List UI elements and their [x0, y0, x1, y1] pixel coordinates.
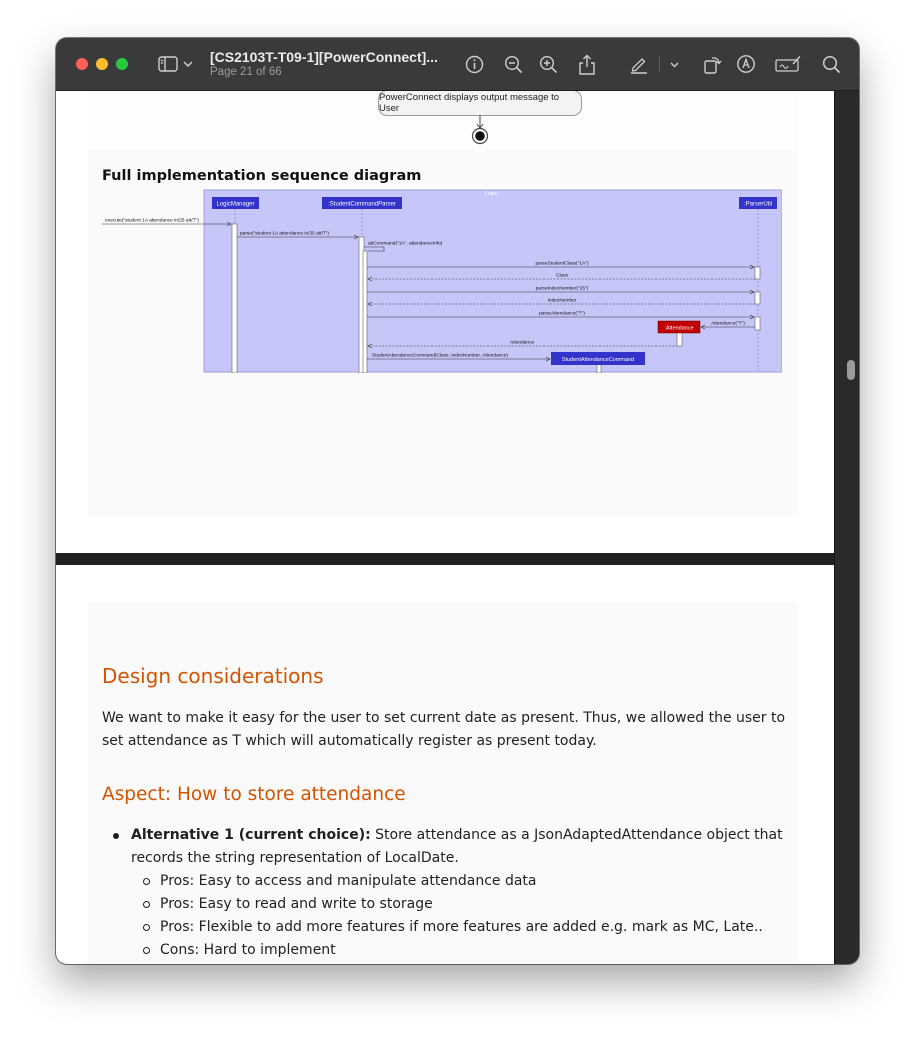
created-object-label: StudentAttendanceCommand — [562, 357, 634, 363]
sub-list-item: Pros: Flexible to add more features if m… — [102, 916, 792, 939]
chevron-down-icon[interactable] — [668, 52, 680, 76]
activation-bar — [231, 223, 238, 373]
activation-bar — [754, 291, 761, 305]
toolbar-divider — [659, 56, 660, 72]
hollow-bullet-icon — [143, 924, 150, 931]
vertical-scrollbar[interactable] — [834, 91, 859, 964]
hollow-bullet-icon — [143, 878, 150, 885]
zoom-in-icon[interactable] — [537, 52, 559, 76]
document-view[interactable]: PowerConnect displays output message to … — [56, 91, 834, 964]
participant-label: :ParserUtil — [744, 202, 772, 208]
alternatives-list: Alternative 1 (current choice): Store at… — [102, 824, 792, 962]
search-icon[interactable] — [820, 52, 842, 76]
section-heading: Design considerations — [102, 664, 324, 688]
message-label: parseAttendance("T") — [539, 311, 585, 317]
sub-item-text: Cons: Hard to implement — [160, 942, 336, 958]
created-object-label: :Attendance — [664, 326, 693, 332]
sidebar-icon[interactable] — [157, 52, 179, 76]
close-window-button[interactable] — [76, 58, 88, 70]
bullet-icon — [113, 833, 119, 839]
message-label: parseIndexNumber("25") — [536, 286, 589, 292]
alternative-label: Alternative 1 (current choice): — [131, 827, 371, 843]
sequence-diagram-svg: Logic LogicManager :StudentCommandParser… — [102, 189, 782, 373]
intro-paragraph: We want to make it easy for the user to … — [102, 710, 786, 749]
frame-label: Logic — [485, 191, 497, 197]
activation-bar — [754, 316, 761, 331]
sub-item-text: Pros: Easy to access and manipulate atte… — [160, 873, 537, 889]
activation-bar — [596, 363, 602, 373]
message-label: Attendance("T") — [711, 321, 745, 327]
page-indicator: Page 21 of 66 — [210, 66, 282, 78]
message-label: parseStudentClass("1A") — [536, 261, 589, 267]
message-label: IndexNumber — [548, 298, 577, 304]
sub-list-item: Pros: Easy to read and write to storage — [102, 893, 792, 916]
list-item: Alternative 1 (current choice): Store at… — [102, 824, 792, 870]
activation-bar — [676, 331, 683, 347]
zoom-window-button[interactable] — [116, 58, 128, 70]
pdf-page-21: PowerConnect displays output message to … — [56, 91, 834, 553]
share-icon[interactable] — [576, 52, 598, 76]
highlight-pen-icon[interactable] — [628, 52, 650, 76]
message-label: Attendance — [510, 340, 535, 346]
sub-item-text: Pros: Flexible to add more features if m… — [160, 919, 763, 935]
document-title: [CS2103T-T09-1][PowerConnect]... — [210, 49, 438, 65]
message-label: execute("student 1A attendance in/25 att… — [105, 218, 199, 224]
minimize-window-button[interactable] — [96, 58, 108, 70]
participant-label: :StudentCommandParser — [328, 202, 396, 208]
message-label: attCommand("1A", attendanceInfo) — [368, 241, 443, 247]
participant-label: LogicManager — [216, 202, 254, 208]
sequence-diagram: Logic LogicManager :StudentCommandParser… — [102, 189, 782, 373]
message-label: Class — [556, 273, 569, 279]
hollow-bullet-icon — [143, 947, 150, 954]
zoom-out-icon[interactable] — [502, 52, 524, 76]
sub-list-item: Cons: Hard to implement — [102, 939, 792, 962]
aspect-heading: Aspect: How to store attendance — [102, 784, 406, 805]
info-icon[interactable] — [463, 52, 485, 76]
activity-node: PowerConnect displays output message to … — [378, 91, 582, 116]
end-node-icon — [471, 115, 489, 145]
title-bar: [CS2103T-T09-1][PowerConnect]... Page 21… — [56, 38, 859, 91]
message-label: parse("student 1A attendance in/25 att/T… — [240, 231, 329, 237]
sub-item-text: Pros: Easy to read and write to storage — [160, 896, 433, 912]
activity-diagram-fragment: PowerConnect displays output message to … — [88, 91, 798, 151]
activation-bar — [754, 266, 761, 280]
preview-window: [CS2103T-T09-1][PowerConnect]... Page 21… — [56, 38, 859, 964]
rotate-icon[interactable] — [701, 52, 723, 76]
signature-icon[interactable] — [774, 52, 802, 76]
diagram-heading: Full implementation sequence diagram — [102, 168, 422, 184]
message-label: StudentAttendanceCommand(Class, IndexNum… — [372, 353, 508, 359]
hollow-bullet-icon — [143, 901, 150, 908]
logic-frame — [203, 189, 782, 373]
chevron-down-icon[interactable] — [182, 52, 194, 76]
markup-icon[interactable] — [735, 52, 757, 76]
pdf-page-22: Design considerations We want to make it… — [56, 565, 834, 964]
activation-bar — [362, 250, 368, 373]
scrollbar-thumb[interactable] — [847, 360, 855, 380]
sub-list-item: Pros: Easy to access and manipulate atte… — [102, 870, 792, 893]
